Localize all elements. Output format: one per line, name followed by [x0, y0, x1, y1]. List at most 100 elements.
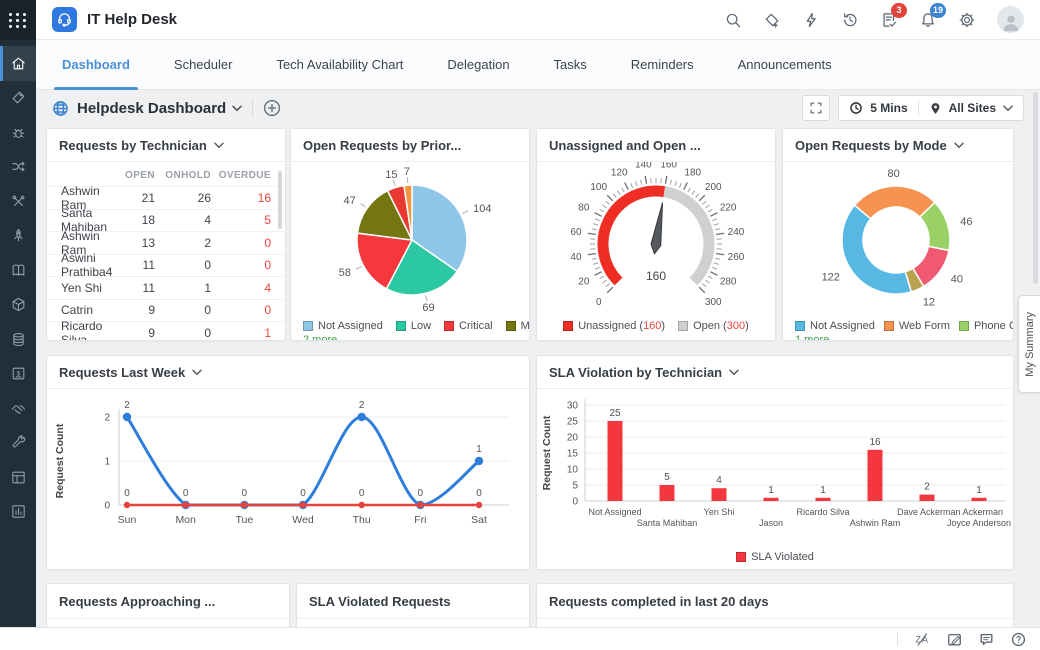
legend-item[interactable]: Web Form: [884, 320, 950, 332]
legend-item[interactable]: Critical: [444, 320, 493, 332]
tab-scheduler[interactable]: Scheduler: [152, 40, 255, 89]
table-row[interactable]: Santa Mahiban1845: [47, 209, 285, 232]
requests-line-chart[interactable]: 012Request CountSunMonTueWedThuFriSat000…: [47, 389, 529, 543]
my-summary-tab[interactable]: My Summary: [1018, 295, 1040, 393]
column-header[interactable]: ONHOLD: [155, 170, 211, 181]
sidebar-item-requests[interactable]: [0, 81, 36, 116]
table-row[interactable]: Ashwin Ram1320: [47, 231, 285, 254]
chevron-down-icon[interactable]: [729, 369, 739, 376]
svg-text:1: 1: [476, 444, 482, 455]
table-row[interactable]: Aswini Prathiba41100: [47, 254, 285, 277]
table-row[interactable]: Ricardo Silva901: [47, 321, 285, 341]
help-icon[interactable]: [1011, 632, 1026, 647]
tab-announcements[interactable]: Announcements: [716, 40, 854, 89]
chat-icon[interactable]: [979, 632, 994, 647]
sidebar-item-cmdb[interactable]: [0, 322, 36, 357]
sidebar-item-projects[interactable]: [0, 460, 36, 495]
translate-icon[interactable]: ZA: [915, 632, 930, 647]
svg-text:Request Count: Request Count: [541, 415, 553, 490]
fullscreen-icon: [809, 101, 823, 115]
sidebar-item-solutions[interactable]: [0, 253, 36, 288]
app-launcher-button[interactable]: [0, 0, 36, 40]
sla-bar-chart[interactable]: 051015202530Request Count25Not Assigned5…: [537, 389, 1013, 543]
chevron-down-icon[interactable]: [954, 142, 964, 149]
widget-header[interactable]: Open Requests by Mode: [783, 129, 1013, 162]
whats-new-button[interactable]: [763, 11, 781, 29]
history-button[interactable]: [841, 11, 859, 29]
feedback-icon[interactable]: [947, 632, 962, 647]
table-row[interactable]: Ashwin Ram212616: [47, 186, 285, 209]
tab-dashboard[interactable]: Dashboard: [40, 40, 152, 89]
notifications-button[interactable]: 19: [919, 11, 937, 29]
widget-header[interactable]: Unassigned and Open ...: [537, 129, 775, 162]
sidebar-item-reports[interactable]: [0, 495, 36, 530]
sidebar-item-problems[interactable]: [0, 115, 36, 150]
site-filter-value[interactable]: All Sites: [949, 101, 996, 115]
widget-header[interactable]: SLA Violation by Technician: [537, 356, 1013, 389]
sidebar-item-assets[interactable]: [0, 288, 36, 323]
tab-delegation[interactable]: Delegation: [425, 40, 531, 89]
column-header[interactable]: OVERDUE: [211, 170, 271, 181]
approvals-button[interactable]: 3: [880, 11, 898, 29]
column-header[interactable]: OPEN: [115, 170, 155, 181]
widget-header[interactable]: SLA Violated Requests: [297, 584, 529, 619]
app-logo[interactable]: [52, 7, 77, 32]
legend-item[interactable]: Not Assigned: [303, 320, 383, 332]
mode-donut-chart[interactable]: 80464012122: [783, 162, 1013, 312]
sidebar-item-purchase[interactable]: $: [0, 357, 36, 392]
table-scrollbar[interactable]: [278, 171, 282, 229]
dashboard-title[interactable]: Helpdesk Dashboard: [77, 100, 226, 117]
tab-tasks[interactable]: Tasks: [532, 40, 609, 89]
fullscreen-button[interactable]: [802, 95, 830, 121]
page-scrollbar[interactable]: [1033, 92, 1038, 284]
priority-pie-chart[interactable]: 104695847157: [291, 162, 529, 312]
sidebar-item-contracts[interactable]: [0, 391, 36, 426]
legend-item[interactable]: Low: [396, 320, 431, 332]
svg-text:5: 5: [664, 472, 670, 483]
legend-item[interactable]: Phone Call: [959, 320, 1014, 332]
refresh-interval-value[interactable]: 5 Mins: [870, 101, 907, 115]
legend-more-link[interactable]: 2 more...: [303, 334, 346, 341]
globe-icon: [52, 100, 69, 117]
legend-item[interactable]: Medium: [506, 320, 530, 332]
chevron-down-icon[interactable]: [232, 105, 242, 112]
widget-header[interactable]: Open Requests by Prior...: [291, 129, 529, 162]
sidebar-item-releases[interactable]: [0, 184, 36, 219]
tab-reminders[interactable]: Reminders: [609, 40, 716, 89]
sidebar-item-changes[interactable]: [0, 150, 36, 185]
table-row[interactable]: Yen Shi1114: [47, 276, 285, 299]
user-avatar[interactable]: [997, 6, 1024, 33]
table-row[interactable]: Catrin900: [47, 299, 285, 322]
dashboard-header: Helpdesk Dashboard 5 Mins All Sites: [36, 90, 1040, 126]
tab-tech-availability-chart[interactable]: Tech Availability Chart: [254, 40, 425, 89]
sidebar-item-home[interactable]: [0, 46, 36, 81]
svg-text:300: 300: [705, 297, 722, 308]
chevron-down-icon[interactable]: [1003, 105, 1013, 112]
home-icon: [10, 55, 27, 72]
technician-table: OPENONHOLDOVERDUE Ashwin Ram212616Santa M…: [47, 162, 285, 341]
svg-text:25: 25: [609, 408, 621, 419]
legend-item[interactable]: Open (300): [678, 320, 749, 332]
legend-item[interactable]: SLA Violated: [736, 551, 814, 563]
quick-actions-button[interactable]: [802, 11, 820, 29]
legend-more-link[interactable]: 1 more...: [795, 334, 838, 341]
unassigned-open-gauge-chart[interactable]: 0204060801001201401601802002202402602803…: [537, 162, 775, 312]
svg-text:20: 20: [578, 276, 590, 287]
svg-text:1: 1: [768, 485, 774, 496]
settings-button[interactable]: [958, 11, 976, 29]
legend-item[interactable]: Unassigned (160): [563, 320, 665, 332]
chevron-down-icon[interactable]: [214, 142, 224, 149]
sidebar-item-launch[interactable]: [0, 219, 36, 254]
add-dashboard-button[interactable]: [263, 99, 281, 117]
svg-text:40: 40: [570, 252, 582, 263]
widget-title: Unassigned and Open ...: [549, 138, 701, 153]
chevron-down-icon[interactable]: [192, 369, 202, 376]
dashboard-filters: 5 Mins All Sites: [838, 95, 1024, 121]
widget-header[interactable]: Requests completed in last 20 days: [537, 584, 1013, 619]
legend-item[interactable]: Not Assigned: [795, 320, 875, 332]
widget-header[interactable]: Requests by Technician: [47, 129, 285, 162]
sidebar-item-admin[interactable]: [0, 426, 36, 461]
widget-header[interactable]: Requests Last Week: [47, 356, 529, 389]
search-button[interactable]: [724, 11, 742, 29]
widget-header[interactable]: Requests Approaching ...: [47, 584, 289, 619]
